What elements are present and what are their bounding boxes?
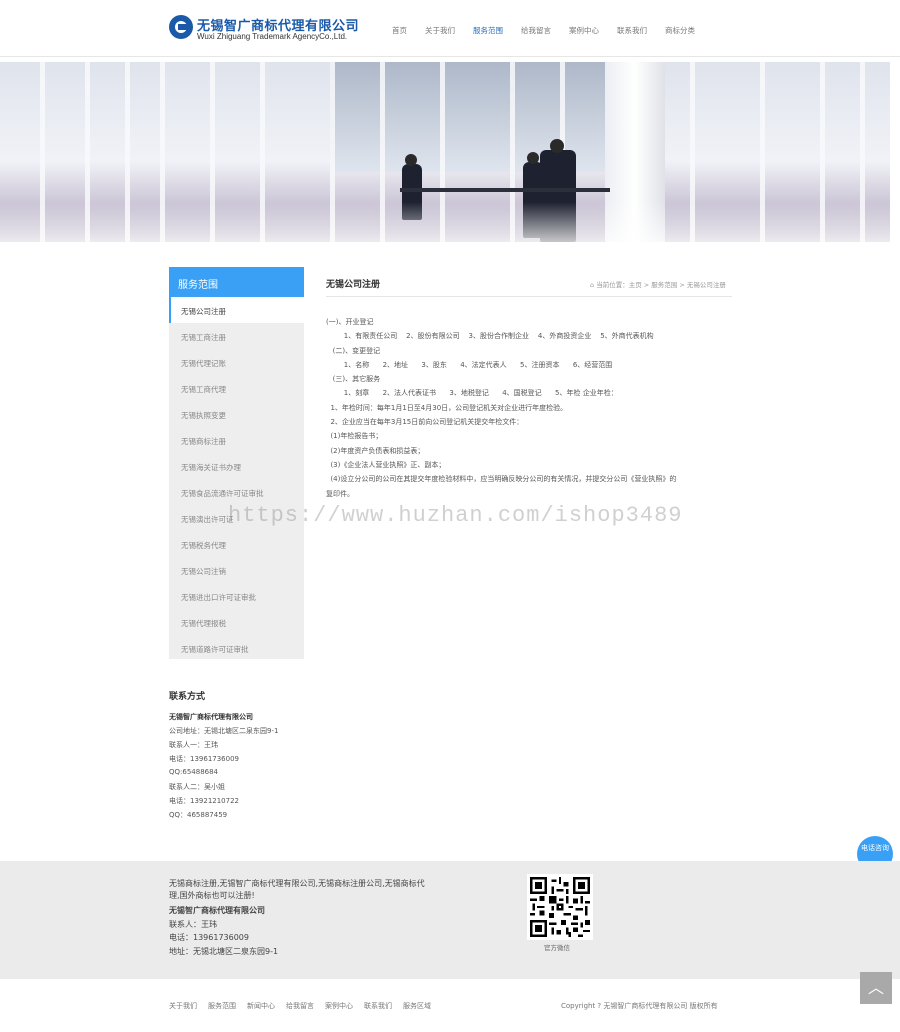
article-line: (一)、开业登记 — [326, 318, 374, 326]
breadcrumb-text[interactable]: 当前位置：主页 > 服务范围 > 无锡公司注册 — [596, 281, 726, 289]
main-nav: 首页 关于我们 服务范围 给我留言 案例中心 联系我们 商标分类 — [392, 25, 713, 36]
banner-table — [400, 188, 610, 192]
footer-nav-about[interactable]: 关于我们 — [169, 1001, 197, 1011]
wechat-qr-code — [527, 874, 593, 940]
footer-contact-person: 联系人：王玮 — [169, 919, 217, 929]
article-line: (三)、其它服务 — [326, 375, 381, 384]
footer-nav-service-area[interactable]: 服务区域 — [403, 1001, 431, 1011]
sidebar-item-import-export-permit[interactable]: 无锡进出口许可证审批 — [169, 583, 304, 609]
footer-address: 地址：无锡北塘区二泉东园9-1 — [169, 946, 279, 956]
contact-person-1: 联系人一：王玮 — [169, 741, 218, 749]
contact-phone-1: 电话：13961736009 — [169, 755, 239, 763]
banner-person-head — [405, 154, 417, 166]
article-line: (2)年度资产负债表和损益表； — [326, 446, 425, 455]
sidebar-item-trademark-registration[interactable]: 无锡商标注册 — [169, 427, 304, 453]
hero-banner — [0, 62, 890, 242]
article-line: 1、有限责任公司 2、股份有限公司 3、股份合作制企业 4、外商投资企业 5、外… — [326, 332, 654, 341]
sidebar-item-company-registration[interactable]: 无锡公司注册 — [169, 297, 304, 323]
article-line: 1、刻章 2、法人代表证书 3、地税登记 4、国税登记 5、年检 企业年检： — [326, 389, 618, 398]
banner-window-view — [330, 62, 630, 172]
footer-phone: 电话：13961736009 — [169, 933, 249, 942]
banner-person-head — [527, 152, 539, 164]
banner-floor-fade — [0, 202, 890, 242]
footer-nav-services[interactable]: 服务范围 — [208, 1001, 236, 1011]
contact-company: 无锡智广商标代理有限公司 — [169, 713, 253, 721]
banner-person-head — [550, 139, 564, 153]
sidebar-item-food-permit[interactable]: 无锡食品流通许可证审批 — [169, 479, 304, 505]
footer-company: 无锡智广商标代理有限公司 — [169, 906, 265, 915]
content-divider — [326, 296, 732, 297]
copyright-text: Copyright ? 无锡智广商标代理有限公司 版权所有 — [561, 1002, 718, 1010]
logo-english-name: Wuxi Zhiguang Trademark AgencyCo.,Ltd. — [197, 32, 348, 41]
contact-phone-2: 电话：13921210722 — [169, 797, 239, 805]
site-logo[interactable]: 无锡智广商标代理有限公司 Wuxi Zhiguang Trademark Age… — [169, 14, 364, 44]
nav-trademark-categories[interactable]: 商标分类 — [665, 25, 695, 36]
contact-person-2: 联系人二：吴小姐 — [169, 783, 225, 791]
footer-nav-message[interactable]: 给我留言 — [286, 1001, 314, 1011]
sidebar-item-business-registration[interactable]: 无锡工商注册 — [169, 323, 304, 349]
article-line: (3)《企业法人营业执照》正、副本； — [326, 460, 446, 469]
sidebar-title: 服务范围 — [169, 267, 304, 297]
article-line: 1、年检时间：每年1月1日至4月30日，公司登记机关对企业进行年度检验。 — [326, 403, 568, 412]
article-line: (4)设立分公司的公司在其提交年度检验材料中，应当明确反映分公司的有关情况，并提… — [326, 475, 677, 484]
breadcrumb: ⌂ 当前位置：主页 > 服务范围 > 无锡公司注册 — [590, 279, 726, 289]
nav-services[interactable]: 服务范围 — [473, 25, 503, 36]
contact-address: 公司地址：无锡北塘区二泉东园9-1 — [169, 727, 279, 735]
back-to-top-button[interactable]: ︿ — [860, 972, 892, 1004]
site-header: 无锡智广商标代理有限公司 Wuxi Zhiguang Trademark Age… — [0, 0, 900, 57]
sidebar-item-road-permit[interactable]: 无锡道路许可证审批 — [169, 635, 304, 661]
article-line: 1、名称 2、地址 3、股东 4、法定代表人 5、注册资本 6、经营范围 — [326, 360, 613, 369]
article-line: (1)年检报告书； — [326, 432, 383, 441]
nav-contact[interactable]: 联系我们 — [617, 25, 647, 36]
logo-icon — [169, 15, 193, 39]
article-body: (一)、开业登记 1、有限责任公司 2、股份有限公司 3、股份合作制企业 4、外… — [326, 317, 736, 503]
nav-home[interactable]: 首页 — [392, 25, 407, 36]
sidebar-item-business-agency[interactable]: 无锡工商代理 — [169, 375, 304, 401]
sidebar-item-customs-certificate[interactable]: 无锡海关证书办理 — [169, 453, 304, 479]
footer-contact: 无锡智广商标代理有限公司 联系人：王玮 电话：13961736009 地址：无锡… — [169, 905, 278, 959]
contact-info: 无锡智广商标代理有限公司 公司地址：无锡北塘区二泉东园9-1 联系人一：王玮 电… — [169, 712, 278, 824]
contact-qq-1: QQ:65488684 — [169, 768, 219, 776]
footer-nav: 关于我们 服务范围 新闻中心 给我留言 案例中心 联系我们 服务区域 — [169, 1001, 442, 1011]
chevron-up-icon: ︿ — [867, 978, 884, 997]
nav-message[interactable]: 给我留言 — [521, 25, 551, 36]
content-title: 无锡公司注册 — [326, 280, 381, 290]
watermark-overlay: https://www.huzhan.com/ishop3489 — [228, 503, 683, 528]
nav-cases[interactable]: 案例中心 — [569, 25, 599, 36]
nav-about[interactable]: 关于我们 — [425, 25, 455, 36]
site-footer — [0, 861, 900, 979]
sidebar-service-list: 无锡公司注册 无锡工商注册 无锡代理记账 无锡工商代理 无锡执照变更 无锡商标注… — [169, 297, 304, 659]
sidebar-item-company-deregistration[interactable]: 无锡公司注销 — [169, 557, 304, 583]
article-line: (二)、变更登记 — [326, 346, 381, 355]
sidebar-item-tax-agency[interactable]: 无锡税务代理 — [169, 531, 304, 557]
contact-title: 联系方式 — [169, 692, 206, 702]
sidebar-item-license-change[interactable]: 无锡执照变更 — [169, 401, 304, 427]
footer-nav-news[interactable]: 新闻中心 — [247, 1001, 275, 1011]
qr-code-icon — [530, 877, 590, 937]
footer-description: 无锡商标注册,无锡智广商标代理有限公司,无锡商标注册公司,无锡商标代理,国外商标… — [169, 879, 425, 900]
sidebar-item-tax-filing[interactable]: 无锡代理报税 — [169, 609, 304, 635]
sidebar-item-bookkeeping[interactable]: 无锡代理记账 — [169, 349, 304, 375]
article-line: 2、企业应当在每年3月15日前向公司登记机关提交年检文件： — [326, 418, 524, 427]
contact-qq-2: QQ：465887459 — [169, 811, 228, 819]
footer-nav-contact[interactable]: 联系我们 — [364, 1001, 392, 1011]
qr-caption: 官方微信 — [544, 944, 570, 952]
footer-nav-cases[interactable]: 案例中心 — [325, 1001, 353, 1011]
article-line: 复印件。 — [326, 489, 354, 498]
